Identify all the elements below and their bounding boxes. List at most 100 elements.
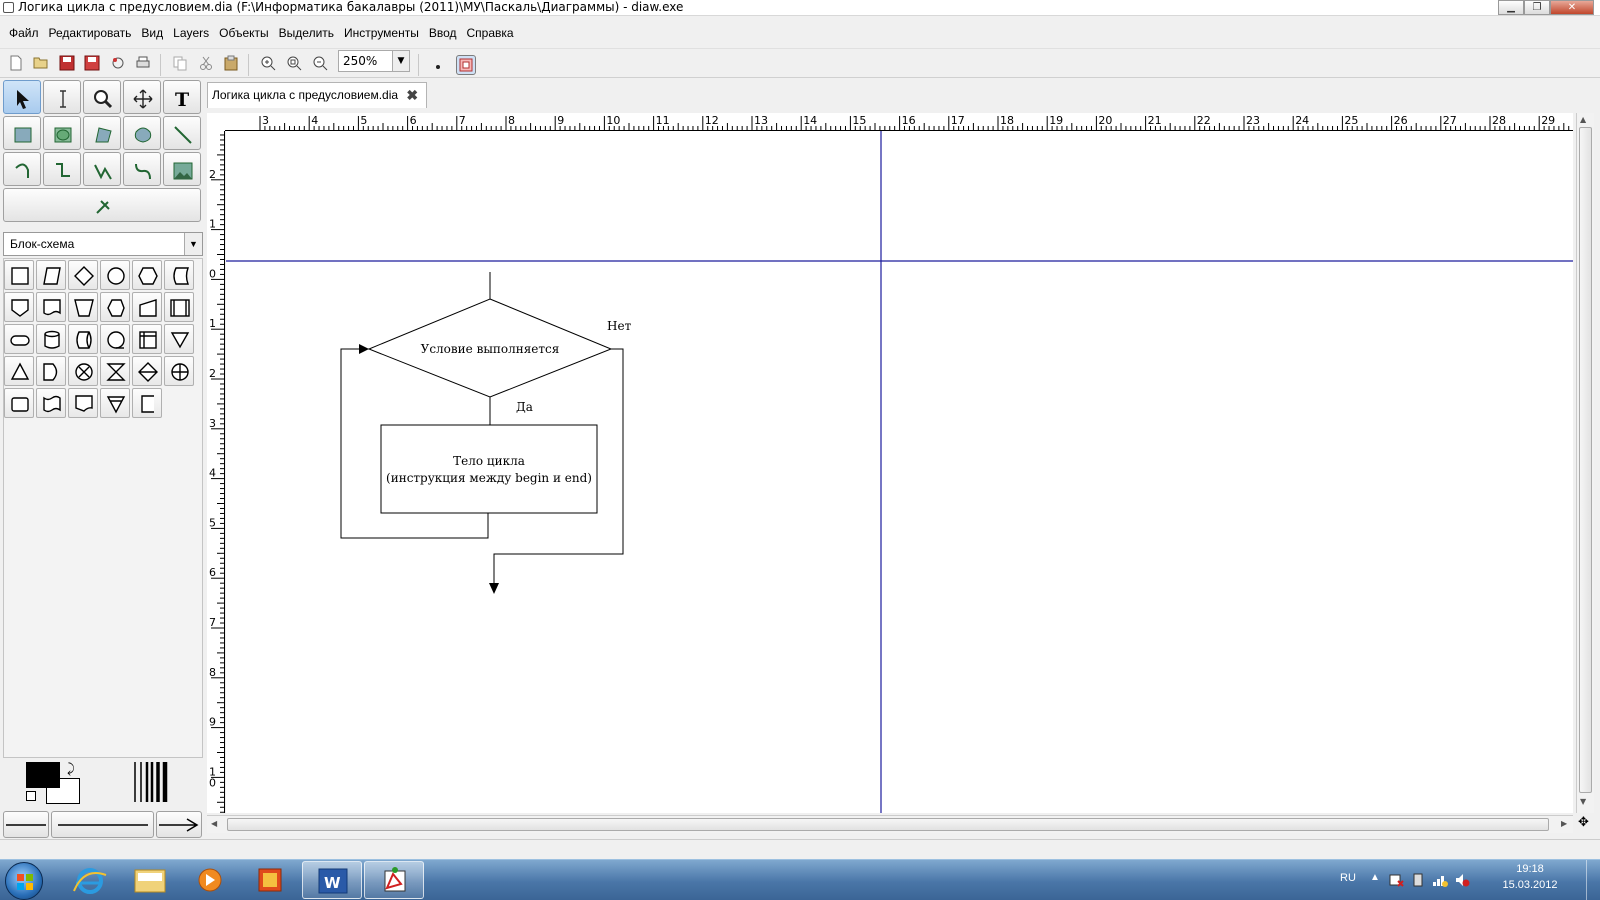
- language-indicator[interactable]: RU: [1340, 872, 1356, 884]
- start-arrow-selector[interactable]: [3, 811, 49, 838]
- menu-layers[interactable]: Layers: [168, 23, 214, 43]
- zoom-out-icon[interactable]: [310, 55, 330, 75]
- open-file-icon[interactable]: [31, 55, 51, 75]
- manual-input-shape-button[interactable]: [132, 292, 162, 322]
- manual-operation-shape-button[interactable]: [68, 292, 98, 322]
- scroll-tool[interactable]: [123, 80, 161, 114]
- save-icon[interactable]: [57, 55, 77, 75]
- sort-shape-button[interactable]: [132, 356, 162, 386]
- menu-input[interactable]: Ввод: [424, 23, 462, 43]
- zoom-fit-icon[interactable]: [284, 55, 304, 75]
- close-tab-icon[interactable]: ✖: [406, 83, 418, 107]
- taskbar-word[interactable]: W: [302, 861, 362, 899]
- taskbar-explorer[interactable]: [120, 861, 180, 899]
- process-box[interactable]: [380, 424, 598, 514]
- menu-edit[interactable]: Редактировать: [44, 23, 137, 43]
- annotation-shape-button[interactable]: [132, 388, 162, 418]
- horizontal-scrollbar[interactable]: ◀ ▶: [207, 815, 1573, 833]
- preparation-shape-button[interactable]: [132, 260, 162, 290]
- misc-tool-button[interactable]: [3, 188, 201, 222]
- line-style-selector[interactable]: [51, 811, 154, 838]
- scroll-up-icon[interactable]: ▲: [1580, 115, 1586, 124]
- bezier-line-tool[interactable]: [123, 152, 161, 186]
- taskbar-ie[interactable]: [60, 861, 120, 899]
- magnify-tool[interactable]: [83, 80, 121, 114]
- connector-shape-button[interactable]: [100, 260, 130, 290]
- delay-shape-button[interactable]: [36, 356, 66, 386]
- show-hidden-icons-icon[interactable]: ▲: [1370, 872, 1380, 883]
- process-shape-button[interactable]: [4, 260, 34, 290]
- terminal-shape-button[interactable]: [4, 324, 34, 354]
- taskbar-media-player[interactable]: [180, 861, 240, 899]
- image-tool[interactable]: [163, 152, 201, 186]
- document-tab[interactable]: Логика цикла с предусловием.dia ✖: [207, 82, 428, 108]
- diagram-svg[interactable]: Условие выполняется Да Тело цикла (инстр…: [226, 131, 1573, 813]
- usb-icon[interactable]: [1410, 872, 1426, 888]
- clock-time[interactable]: 19:18: [1500, 863, 1560, 875]
- horizontal-scroll-thumb[interactable]: [227, 818, 1549, 831]
- show-connection-points-icon[interactable]: [456, 55, 476, 75]
- close-button[interactable]: ✕: [1550, 0, 1594, 15]
- snap-to-grid-icon[interactable]: [428, 55, 448, 75]
- chevron-down-icon[interactable]: ▼: [392, 51, 409, 71]
- decision-shape-button[interactable]: [68, 260, 98, 290]
- zoom-in-icon[interactable]: [258, 55, 278, 75]
- polyline-tool[interactable]: [83, 152, 121, 186]
- show-desktop-button[interactable]: [1586, 860, 1600, 900]
- maximize-button[interactable]: ❐: [1524, 0, 1550, 15]
- menu-tools[interactable]: Инструменты: [339, 23, 424, 43]
- predefined-process-shape-button[interactable]: [164, 292, 194, 322]
- reset-colors-icon[interactable]: [26, 791, 36, 801]
- arc-tool[interactable]: [3, 152, 41, 186]
- transaction-file-shape-button[interactable]: [4, 388, 34, 418]
- vertical-scroll-thumb[interactable]: [1579, 127, 1592, 793]
- beziergon-tool[interactable]: [123, 116, 161, 150]
- clock-date[interactable]: 15.03.2012: [1490, 879, 1570, 891]
- vertical-scrollbar[interactable]: ▲ ▼: [1576, 113, 1594, 813]
- display-shape-button[interactable]: [100, 292, 130, 322]
- menu-objects[interactable]: Объекты: [214, 23, 274, 43]
- text-edit-tool[interactable]: [43, 80, 81, 114]
- minimize-button[interactable]: ▁: [1498, 0, 1524, 15]
- end-arrow-selector[interactable]: [156, 811, 202, 838]
- punched-tape-shape-button[interactable]: [36, 388, 66, 418]
- card-shape-button[interactable]: [68, 388, 98, 418]
- summing-junction-shape-button[interactable]: [68, 356, 98, 386]
- copy-icon[interactable]: [170, 55, 190, 75]
- merge-shape-button[interactable]: [164, 324, 194, 354]
- offpage-connector-shape-button[interactable]: [4, 292, 34, 322]
- swap-colors-icon[interactable]: ⤸: [67, 762, 75, 777]
- data-shape-button[interactable]: [36, 260, 66, 290]
- save-as-icon[interactable]: [82, 55, 102, 75]
- collate-shape-button[interactable]: [100, 356, 130, 386]
- menu-select[interactable]: Выделить: [274, 23, 339, 43]
- magnetic-disk-shape-button[interactable]: [36, 324, 66, 354]
- or-shape-button[interactable]: [164, 356, 194, 386]
- scroll-right-icon[interactable]: ▶: [1561, 819, 1567, 828]
- menu-help[interactable]: Справка: [462, 23, 519, 43]
- zigzag-line-tool[interactable]: [43, 152, 81, 186]
- volume-muted-icon[interactable]: [1454, 872, 1470, 888]
- box-tool[interactable]: [3, 116, 41, 150]
- taskbar-app[interactable]: [240, 861, 300, 899]
- sheet-selector[interactable]: Блок-схема ▼: [3, 232, 203, 256]
- new-file-icon[interactable]: [6, 55, 26, 75]
- print-icon[interactable]: [133, 55, 153, 75]
- pointer-tool[interactable]: [3, 80, 41, 114]
- internal-storage-shape-button[interactable]: [132, 324, 162, 354]
- menu-view[interactable]: Вид: [136, 23, 168, 43]
- scroll-down-icon[interactable]: ▼: [1580, 797, 1586, 806]
- export-icon[interactable]: [108, 55, 128, 75]
- stored-data-shape-button[interactable]: [164, 260, 194, 290]
- taskbar-dia[interactable]: [364, 861, 424, 899]
- chevron-down-icon[interactable]: ▼: [184, 233, 202, 255]
- cut-icon[interactable]: [196, 55, 216, 75]
- polygon-tool[interactable]: [83, 116, 121, 150]
- document-shape-button[interactable]: [36, 292, 66, 322]
- paste-icon[interactable]: [221, 55, 241, 75]
- menu-file[interactable]: Файл: [4, 23, 44, 43]
- extract-shape-button[interactable]: [4, 356, 34, 386]
- scroll-left-icon[interactable]: ◀: [211, 819, 217, 828]
- diagram-canvas[interactable]: Условие выполняется Да Тело цикла (инстр…: [226, 131, 1573, 813]
- ellipse-tool[interactable]: [43, 116, 81, 150]
